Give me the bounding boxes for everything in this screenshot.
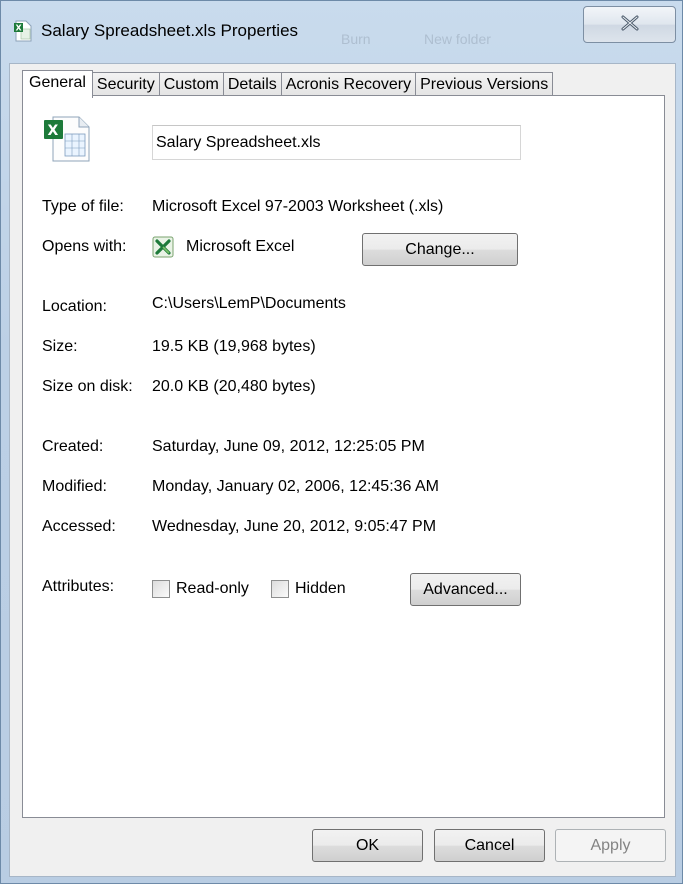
separator: [42, 557, 518, 558]
svg-text:X: X: [48, 123, 59, 139]
created-label: Created:: [42, 438, 104, 455]
window-title: Salary Spreadsheet.xls Properties: [41, 21, 299, 40]
created-value: Saturday, June 09, 2012, 12:25:05 PM: [152, 438, 425, 455]
size-value: 19.5 KB (19,968 bytes): [152, 338, 316, 355]
tab-strip: General Security Custom Details Acronis …: [22, 70, 554, 98]
properties-window: Burn New folder X Salary Spreadsheet.xls…: [0, 0, 683, 884]
tab-custom[interactable]: Custom: [158, 72, 224, 97]
tab-details[interactable]: Details: [222, 72, 282, 97]
file-name-field[interactable]: [152, 125, 521, 160]
close-icon: [620, 15, 640, 35]
type-of-file-label: Type of file:: [42, 198, 124, 215]
separator: [42, 417, 518, 418]
ok-button[interactable]: OK: [312, 829, 423, 862]
modified-label: Modified:: [42, 478, 107, 495]
excel-app-icon: [152, 236, 174, 258]
background-ghost-text: New folder: [424, 31, 491, 47]
size-on-disk-value: 20.0 KB (20,480 bytes): [152, 378, 316, 395]
svg-text:X: X: [16, 24, 23, 33]
cancel-button[interactable]: Cancel: [434, 829, 545, 862]
change-button[interactable]: Change...: [362, 233, 518, 266]
size-on-disk-label: Size on disk:: [42, 378, 133, 395]
type-of-file-value: Microsoft Excel 97-2003 Worksheet (.xls): [152, 198, 444, 215]
close-button[interactable]: [583, 6, 676, 43]
background-ghost-text: Burn: [341, 31, 371, 47]
apply-button[interactable]: Apply: [555, 829, 666, 862]
tab-acronis-recovery[interactable]: Acronis Recovery: [280, 72, 417, 97]
separator: [42, 277, 518, 278]
read-only-label[interactable]: Read-only: [176, 580, 249, 598]
attributes-label: Attributes:: [42, 578, 115, 595]
hidden-checkbox[interactable]: [271, 580, 289, 598]
tab-security[interactable]: Security: [91, 72, 160, 97]
advanced-button[interactable]: Advanced...: [410, 573, 521, 606]
hidden-label[interactable]: Hidden: [295, 580, 346, 598]
dialog-body: General Security Custom Details Acronis …: [9, 63, 676, 877]
opens-with-value: Microsoft Excel: [186, 238, 295, 255]
location-label: Location:: [42, 298, 107, 315]
general-tab-page: X Type of file: Microsoft Excel 97-2003 …: [22, 95, 665, 818]
excel-title-icon: X: [13, 20, 33, 42]
excel-file-icon: X: [43, 116, 91, 162]
tab-general[interactable]: General: [22, 70, 93, 98]
location-value: C:\Users\LemP\Documents: [152, 295, 346, 312]
separator: [42, 176, 518, 177]
accessed-value: Wednesday, June 20, 2012, 9:05:47 PM: [152, 518, 437, 535]
modified-value: Monday, January 02, 2006, 12:45:36 AM: [152, 478, 440, 495]
read-only-checkbox[interactable]: [152, 580, 170, 598]
opens-with-label: Opens with:: [42, 238, 127, 255]
size-label: Size:: [42, 338, 78, 355]
tab-previous-versions[interactable]: Previous Versions: [415, 72, 554, 97]
accessed-label: Accessed:: [42, 518, 116, 535]
